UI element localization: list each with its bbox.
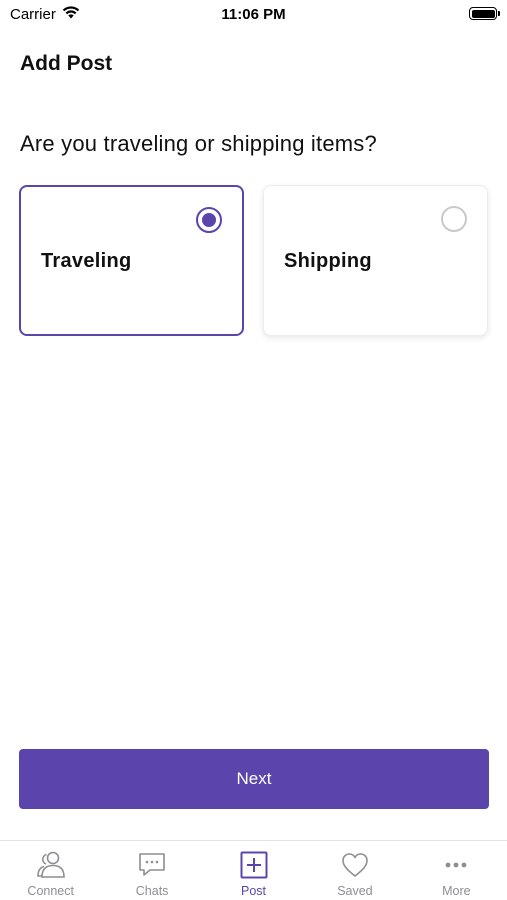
next-button[interactable]: Next bbox=[19, 749, 489, 809]
option-card-shipping[interactable]: Shipping bbox=[263, 185, 488, 336]
users-icon bbox=[35, 849, 67, 881]
tab-label-saved: Saved bbox=[337, 884, 373, 898]
tab-label-chats: Chats bbox=[135, 884, 169, 898]
radio-unselected-icon[interactable] bbox=[441, 206, 467, 232]
status-bar: Carrier 11:06 PM bbox=[0, 0, 507, 28]
add-post-screen: Carrier 11:06 PM Add Post Are you travel… bbox=[0, 0, 507, 900]
tab-label-post: Post bbox=[241, 884, 267, 898]
tab-chats[interactable]: Chats bbox=[101, 841, 202, 900]
tab-more[interactable]: More bbox=[406, 841, 507, 900]
tab-post[interactable]: Post bbox=[203, 841, 304, 900]
tab-label-connect: Connect bbox=[27, 884, 74, 898]
plus-square-icon bbox=[238, 849, 270, 881]
option-label-shipping: Shipping bbox=[284, 250, 372, 272]
page-title: Add Post bbox=[20, 52, 113, 75]
tab-saved[interactable]: Saved bbox=[304, 841, 405, 900]
battery-icon bbox=[469, 7, 500, 20]
chat-bubble-icon bbox=[136, 849, 168, 881]
option-label-traveling: Traveling bbox=[41, 250, 132, 272]
tab-label-more: More bbox=[442, 884, 471, 898]
more-dots-icon bbox=[440, 849, 472, 881]
radio-selected-icon[interactable] bbox=[196, 207, 222, 233]
post-type-question: Are you traveling or shipping items? bbox=[20, 131, 377, 156]
tab-connect[interactable]: Connect bbox=[0, 841, 101, 900]
option-card-traveling[interactable]: Traveling bbox=[19, 185, 244, 336]
tab-bar: Connect Chats Post Saved More bbox=[0, 840, 507, 900]
status-time: 11:06 PM bbox=[221, 6, 286, 23]
heart-icon bbox=[339, 849, 371, 881]
